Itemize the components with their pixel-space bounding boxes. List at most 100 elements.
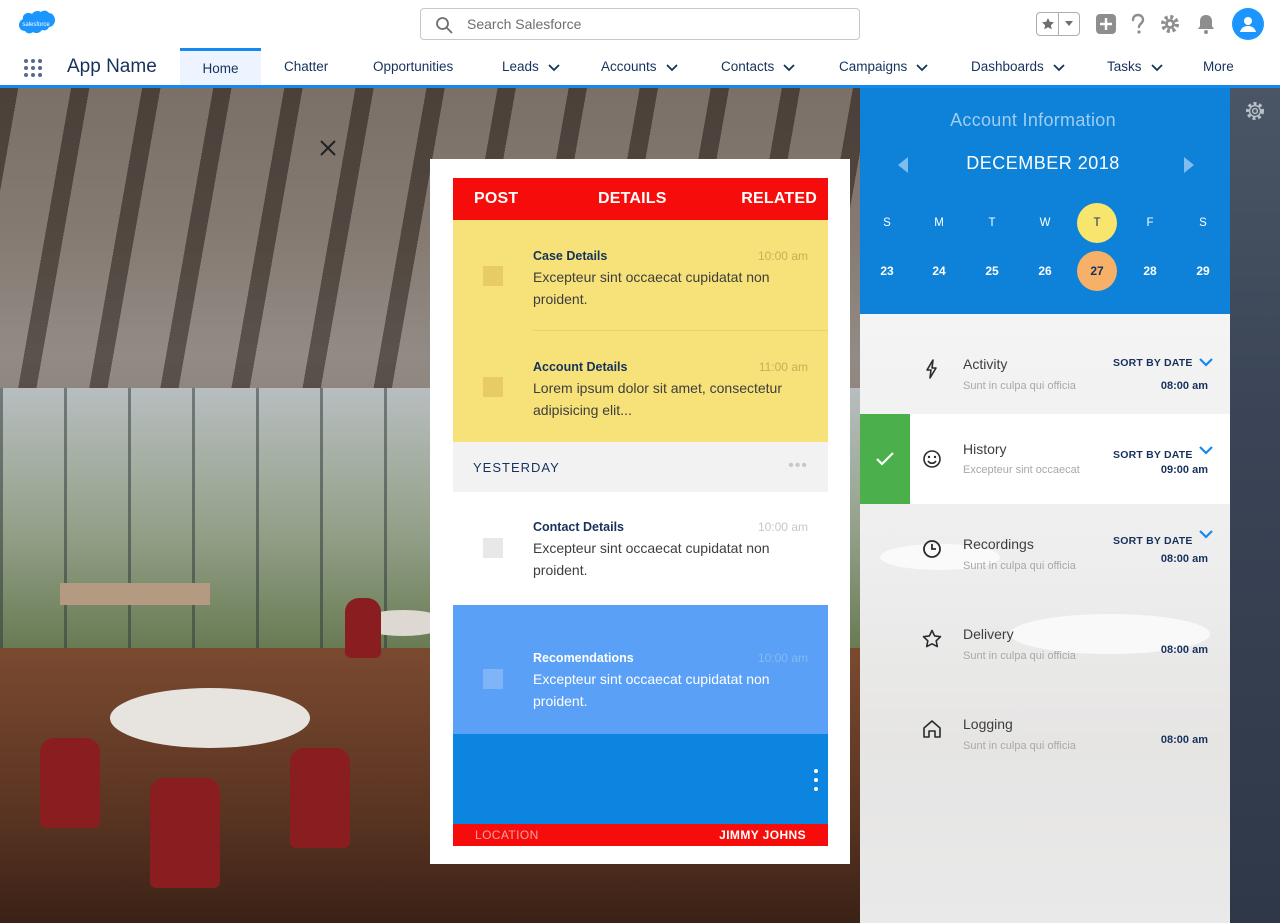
- tab-tasks[interactable]: Tasks: [1107, 48, 1164, 85]
- global-create-button[interactable]: [1094, 12, 1118, 36]
- sort-by-date[interactable]: SORT BY DATE: [1113, 535, 1193, 547]
- chevron-down-icon[interactable]: [1198, 444, 1214, 456]
- photo-chair: [150, 778, 220, 888]
- caret-down-icon: [1065, 21, 1073, 26]
- activity-subtitle: Sunt in culpa qui officia: [963, 650, 1076, 662]
- sort-by-date[interactable]: SORT BY DATE: [1113, 357, 1193, 369]
- item-checkbox[interactable]: [483, 266, 503, 286]
- list-item-content: Contact Details 10:00 am Excepteur sint …: [453, 492, 828, 605]
- item-body: Lorem ipsum dolor sit amet, consectetur …: [533, 380, 782, 418]
- tab-label: Home: [202, 60, 239, 76]
- activity-time: 08:00 am: [1160, 380, 1208, 392]
- setup-button[interactable]: [1158, 12, 1182, 36]
- chevron-down-icon[interactable]: [1198, 356, 1214, 368]
- tab-dashboards[interactable]: Dashboards: [971, 48, 1066, 85]
- item-title: Account Details: [533, 360, 628, 374]
- activity-row-activity[interactable]: Activity Sunt in culpa qui officia SORT …: [860, 324, 1230, 414]
- favorites-star[interactable]: [1037, 13, 1058, 35]
- search-input[interactable]: [467, 9, 847, 39]
- calendar-day[interactable]: 29: [1183, 251, 1223, 291]
- calendar-day[interactable]: 26: [1025, 251, 1065, 291]
- item-body: Excepteur sint occaecat cupidatat non pr…: [533, 671, 770, 709]
- weekday-label-today: T: [1077, 203, 1117, 243]
- list-item[interactable]: Contact Details 10:00 am Excepteur sint …: [453, 492, 828, 605]
- activity-subtitle: Excepteur sint occaecat: [963, 464, 1080, 476]
- activity-time: 08:00 am: [1160, 644, 1208, 656]
- tab-more[interactable]: More: [1203, 48, 1234, 85]
- calendar-day[interactable]: 23: [867, 251, 907, 291]
- home-icon: [923, 720, 941, 738]
- activity-row-history[interactable]: History Excepteur sint occaecat SORT BY …: [860, 414, 1230, 504]
- lightning-icon: [926, 359, 937, 379]
- tab-related[interactable]: RELATED: [741, 190, 817, 208]
- activity-name: Activity: [963, 356, 1008, 372]
- item-time: 10:00 am: [757, 249, 808, 263]
- item-checkbox[interactable]: [483, 538, 503, 558]
- user-icon: [1240, 17, 1256, 32]
- tab-leads[interactable]: Leads: [502, 48, 561, 85]
- tab-campaigns[interactable]: Campaigns: [839, 48, 929, 85]
- calendar: Account Information DECEMBER 2018 S M T …: [860, 88, 1230, 314]
- calendar-day[interactable]: 24: [919, 251, 959, 291]
- tab-label: Tasks: [1107, 59, 1142, 74]
- bell-icon: [1198, 15, 1214, 34]
- chevron-down-icon[interactable]: [1198, 528, 1214, 540]
- activity-row-recordings[interactable]: Recordings Sunt in culpa qui officia SOR…: [860, 504, 1230, 594]
- weekday-label: F: [1146, 217, 1154, 229]
- favorites-dropdown[interactable]: [1058, 13, 1079, 35]
- tab-post[interactable]: POST: [474, 190, 518, 208]
- tab-label: Campaigns: [839, 59, 908, 74]
- activity-subtitle: Sunt in culpa qui officia: [963, 560, 1076, 572]
- tab-opportunities[interactable]: Opportunities: [373, 48, 453, 85]
- user-avatar[interactable]: [1232, 8, 1264, 40]
- item-checkbox[interactable]: [483, 669, 503, 689]
- search-box[interactable]: [420, 8, 860, 40]
- list-item[interactable]: Account Details 11:00 am Lorem ipsum dol…: [453, 331, 828, 442]
- calendar-day-selected[interactable]: 27: [1077, 251, 1117, 291]
- tab-chatter[interactable]: Chatter: [284, 48, 328, 85]
- activity-row-delivery[interactable]: Delivery Sunt in culpa qui officia 08:00…: [860, 594, 1230, 684]
- search-icon: [436, 17, 453, 34]
- smiley-icon: [923, 450, 941, 468]
- app-launcher-icon[interactable]: [24, 59, 42, 77]
- notifications-button[interactable]: [1194, 12, 1218, 36]
- tab-home[interactable]: Home: [180, 48, 261, 85]
- chevron-down-icon[interactable]: [782, 60, 796, 74]
- calendar-day[interactable]: 28: [1130, 251, 1170, 291]
- tab-details[interactable]: DETAILS: [598, 190, 667, 208]
- chevron-down-icon[interactable]: [915, 60, 929, 74]
- tab-label: Opportunities: [373, 59, 454, 74]
- salesforce-logo[interactable]: salesforce: [16, 10, 56, 38]
- chevron-down-icon[interactable]: [1052, 60, 1066, 74]
- sort-by-date[interactable]: SORT BY DATE: [1113, 449, 1193, 461]
- item-body: Excepteur sint occaecat cupidatat non pr…: [533, 540, 770, 578]
- help-icon: [1131, 13, 1145, 34]
- kebab-menu-icon[interactable]: [812, 769, 820, 791]
- location-bar: LOCATION JIMMY JOHNS: [453, 824, 828, 846]
- item-time: 10:00 am: [757, 520, 808, 534]
- chevron-down-icon[interactable]: [547, 60, 561, 74]
- chevron-right-icon[interactable]: [1182, 156, 1196, 174]
- location-label: LOCATION: [475, 828, 539, 842]
- tab-accounts[interactable]: Accounts: [601, 48, 679, 85]
- chevron-down-icon[interactable]: [1150, 60, 1164, 74]
- activity-row-logging[interactable]: Logging Sunt in culpa qui officia 08:00 …: [860, 684, 1230, 774]
- location-value: JIMMY JOHNS: [719, 828, 806, 842]
- help-button[interactable]: [1126, 12, 1150, 36]
- close-icon[interactable]: [318, 138, 338, 158]
- svg-text:salesforce: salesforce: [22, 22, 50, 28]
- gear-icon[interactable]: [1244, 100, 1266, 122]
- calendar-day[interactable]: 25: [972, 251, 1012, 291]
- more-options-icon[interactable]: •••: [788, 457, 808, 475]
- list-item[interactable]: Case Details 10:00 am Excepteur sint occ…: [453, 220, 828, 331]
- tab-contacts[interactable]: Contacts: [721, 48, 796, 85]
- section-label: YESTERDAY: [473, 460, 560, 475]
- chevron-down-icon[interactable]: [665, 60, 679, 74]
- clock-icon: [923, 540, 941, 558]
- favorites-button[interactable]: [1036, 12, 1080, 36]
- activity-time: 09:00 am: [1160, 464, 1208, 476]
- add-icon: [1096, 14, 1116, 34]
- activity-time: 08:00 am: [1160, 553, 1208, 565]
- list-item-recommendations[interactable]: Recomendations 10:00 am Excepteur sint o…: [453, 605, 828, 734]
- item-checkbox[interactable]: [483, 377, 503, 397]
